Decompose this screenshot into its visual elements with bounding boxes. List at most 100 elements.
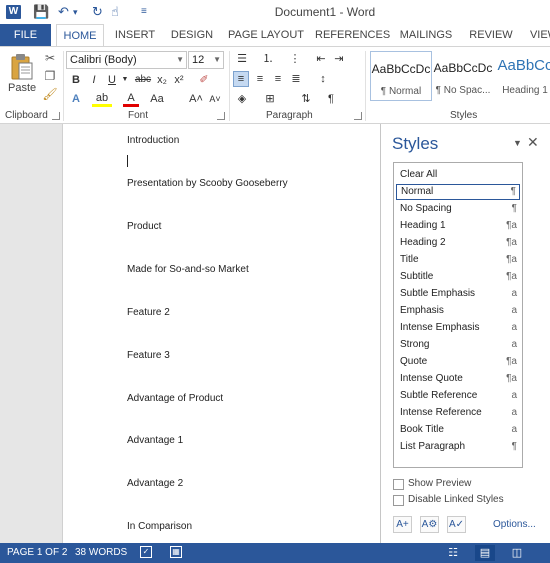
tab-review[interactable]: REVIEW <box>465 24 517 46</box>
style-item-title[interactable]: Title ¶a <box>396 252 520 268</box>
show-preview-checkbox[interactable] <box>393 479 404 490</box>
style-inspector-icon[interactable]: A⚙ <box>420 516 439 533</box>
clipboard-launcher-icon[interactable] <box>52 112 60 120</box>
highlight-button[interactable]: ab <box>92 91 112 107</box>
decrease-indent-icon[interactable]: ⇤ <box>313 51 329 67</box>
paragraph[interactable]: Feature 2 <box>127 307 170 318</box>
font-color-button[interactable]: A <box>123 91 139 107</box>
style-item-heading-2[interactable]: Heading 2 ¶a <box>396 235 520 251</box>
tab-references[interactable]: REFERENCES <box>315 24 390 46</box>
align-center-icon[interactable]: ≡ <box>252 71 268 87</box>
grow-font-button[interactable]: A˄ <box>188 91 204 107</box>
format-painter-icon[interactable]: 🖌 <box>42 87 58 101</box>
style-item-label: Emphasis <box>400 305 444 316</box>
style-item-intense-emphasis[interactable]: Intense Emphasis a <box>396 320 520 336</box>
tab-file[interactable]: FILE <box>0 24 51 46</box>
gallery-style-normal[interactable]: AaBbCcDc ¶ Normal <box>370 51 432 101</box>
paragraph[interactable]: Advantage 2 <box>127 478 183 489</box>
style-item-normal[interactable]: Normal ¶ <box>396 184 520 200</box>
tab-view[interactable]: VIEW <box>524 24 550 46</box>
paragraph[interactable]: In Comparison <box>127 521 192 532</box>
change-case-button[interactable]: Aa <box>147 91 167 107</box>
chevron-down-icon[interactable]: ▼ <box>117 72 133 88</box>
style-item-subtitle[interactable]: Subtitle ¶a <box>396 269 520 285</box>
paragraph[interactable]: Product <box>127 221 161 232</box>
clear-formatting-icon[interactable]: ✐ <box>196 72 212 88</box>
web-layout-icon[interactable]: ◫ <box>507 545 527 561</box>
subscript-button[interactable]: x₂ <box>154 72 170 88</box>
style-item-strong[interactable]: Strong a <box>396 337 520 353</box>
proofing-icon[interactable]: ✓ <box>140 546 152 558</box>
font-size-combo[interactable]: 12 ▼ <box>188 51 224 69</box>
paragraph[interactable]: Made for So-and-so Market <box>127 264 249 275</box>
line-spacing-icon[interactable]: ↕ <box>315 71 331 87</box>
align-right-icon[interactable]: ≡ <box>270 71 286 87</box>
borders-icon[interactable]: ⊞ <box>262 91 278 107</box>
paragraph-launcher-icon[interactable] <box>354 112 362 120</box>
sort-icon[interactable]: ⇅ <box>298 91 314 107</box>
shrink-font-button[interactable]: A˅ <box>207 91 223 107</box>
increase-indent-icon[interactable]: ⇥ <box>331 51 347 67</box>
tab-insert[interactable]: INSERT <box>110 24 160 46</box>
manage-styles-icon[interactable]: A✓ <box>447 516 466 533</box>
superscript-button[interactable]: x² <box>171 72 187 88</box>
chevron-down-icon[interactable]: ▼ <box>213 52 221 68</box>
new-style-icon[interactable]: A+ <box>393 516 412 533</box>
paste-button[interactable]: Paste <box>8 82 36 94</box>
font-launcher-icon[interactable] <box>217 112 225 120</box>
paragraph[interactable]: Feature 3 <box>127 350 170 361</box>
style-item-label: Book Title <box>400 424 444 435</box>
style-item-intense-quote[interactable]: Intense Quote ¶a <box>396 371 520 387</box>
style-item-heading-1[interactable]: Heading 1 ¶a <box>396 218 520 234</box>
read-mode-icon[interactable]: ☷ <box>443 545 463 561</box>
gallery-style-no-spacing[interactable]: AaBbCcDc ¶ No Spac... <box>432 51 494 101</box>
style-item-no-spacing[interactable]: No Spacing ¶ <box>396 201 520 217</box>
disable-linked-styles-checkbox[interactable] <box>393 495 404 506</box>
numbering-icon[interactable]: ⒈ <box>260 51 276 67</box>
cut-icon[interactable]: ✂ <box>42 51 58 65</box>
style-item-clear-all[interactable]: Clear All <box>396 167 520 183</box>
copy-icon[interactable]: ❐ <box>42 69 58 83</box>
document-page[interactable]: Introduction Presentation by Scooby Goos… <box>62 124 392 543</box>
paragraph-style-icon: ¶ <box>511 441 517 452</box>
show-marks-button[interactable]: ¶ <box>323 91 339 107</box>
italic-button[interactable]: I <box>86 72 102 88</box>
tab-mailings[interactable]: MAILINGS <box>394 24 458 46</box>
disable-linked-styles-label: Disable Linked Styles <box>408 494 504 505</box>
style-sample: AaBbCcDc <box>371 62 431 76</box>
strikethrough-button[interactable]: abc <box>133 72 153 88</box>
word-count[interactable]: 38 WORDS <box>75 546 127 560</box>
tab-design[interactable]: DESIGN <box>167 24 217 46</box>
font-name-combo[interactable]: Calibri (Body) ▼ <box>66 51 187 69</box>
macro-recording-icon[interactable]: ▦ <box>170 546 182 558</box>
pane-options-icon[interactable]: ▼ <box>513 138 522 148</box>
print-layout-icon[interactable]: ▤ <box>475 545 495 561</box>
justify-icon[interactable]: ≣ <box>288 71 304 87</box>
align-left-icon[interactable]: ≡ <box>233 71 249 87</box>
chevron-down-icon[interactable]: ▼ <box>176 52 184 68</box>
multilevel-list-icon[interactable]: ⋮ <box>287 51 303 67</box>
style-item-emphasis[interactable]: Emphasis a <box>396 303 520 319</box>
options-link[interactable]: Options... <box>493 519 536 530</box>
character-style-icon: a <box>511 339 517 350</box>
paragraph[interactable]: Introduction <box>127 135 179 146</box>
tab-home[interactable]: HOME <box>56 24 104 47</box>
style-item-list-paragraph[interactable]: List Paragraph ¶ <box>396 439 520 455</box>
style-item-intense-reference[interactable]: Intense Reference a <box>396 405 520 421</box>
tab-page-layout[interactable]: PAGE LAYOUT <box>224 24 308 46</box>
paragraph[interactable]: Advantage of Product <box>127 393 223 404</box>
shading-icon[interactable]: ◈ <box>234 91 250 107</box>
style-item-subtle-emphasis[interactable]: Subtle Emphasis a <box>396 286 520 302</box>
bold-button[interactable]: B <box>68 72 84 88</box>
style-item-subtle-reference[interactable]: Subtle Reference a <box>396 388 520 404</box>
style-item-quote[interactable]: Quote ¶a <box>396 354 520 370</box>
text-effects-button[interactable]: A <box>68 91 84 107</box>
paste-icon[interactable] <box>10 53 34 80</box>
paragraph[interactable]: Presentation by Scooby Gooseberry <box>127 178 288 189</box>
bullets-icon[interactable]: ☰ <box>234 51 250 67</box>
page-indicator[interactable]: PAGE 1 OF 2 <box>7 546 67 560</box>
paragraph[interactable]: Advantage 1 <box>127 435 183 446</box>
close-icon[interactable]: ✕ <box>527 134 539 151</box>
style-item-book-title[interactable]: Book Title a <box>396 422 520 438</box>
gallery-style-heading-1[interactable]: AaBbCc Heading 1 <box>494 51 550 101</box>
